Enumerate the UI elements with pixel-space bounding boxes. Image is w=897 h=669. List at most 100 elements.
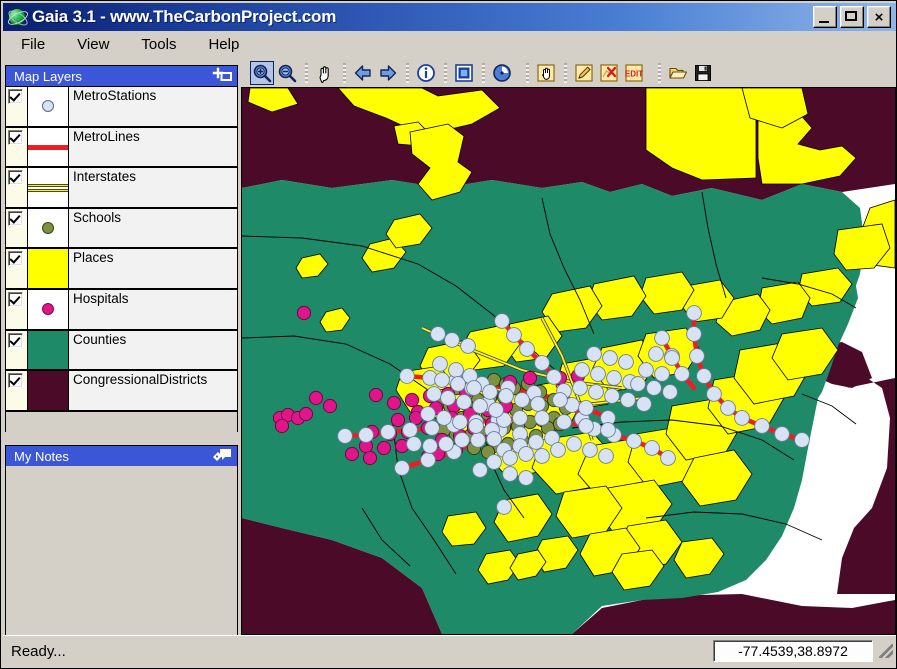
toolbar-separator xyxy=(343,63,346,83)
hospital-point xyxy=(308,390,324,406)
layer-visibility-checkbox[interactable] xyxy=(8,291,23,307)
hospital-point xyxy=(390,412,406,428)
layer-visibility-checkbox[interactable] xyxy=(8,373,23,389)
map-layers-header: Map Layers xyxy=(6,66,237,86)
layer-row-counties[interactable]: Counties xyxy=(6,330,237,372)
metro-station-point xyxy=(486,454,502,470)
close-button[interactable]: × xyxy=(867,6,891,28)
previous-extent-button[interactable] xyxy=(351,61,375,85)
window-controls: × xyxy=(813,6,896,28)
layer-name-label: CongressionalDistricts xyxy=(69,371,237,410)
zoom-in-icon xyxy=(253,64,272,83)
my-notes-content[interactable] xyxy=(6,466,237,635)
pan-button[interactable] xyxy=(313,61,337,85)
hospital-point xyxy=(362,450,378,466)
menu-view[interactable]: View xyxy=(77,34,125,55)
layer-row-hospitals[interactable]: Hospitals xyxy=(6,289,237,331)
metro-station-point xyxy=(620,392,636,408)
map-canvas[interactable] xyxy=(241,87,896,635)
next-extent-button[interactable] xyxy=(376,61,400,85)
arrow-left-icon xyxy=(354,65,371,81)
layer-visibility-checkbox[interactable] xyxy=(8,170,23,186)
layer-symbol-point-icon xyxy=(28,87,69,126)
note-tag-icon[interactable] xyxy=(211,447,233,466)
status-bar: Ready... -77.4539,38.8972 xyxy=(3,635,896,666)
metro-station-point xyxy=(470,432,486,448)
metro-station-point xyxy=(420,452,436,468)
info-icon xyxy=(417,64,435,82)
zoom-out-button[interactable] xyxy=(275,61,299,85)
resize-grip-icon[interactable] xyxy=(879,644,893,658)
edit-feature-button[interactable] xyxy=(572,61,596,85)
hospital-point xyxy=(322,398,338,414)
status-message: Ready... xyxy=(11,642,66,660)
metro-station-point xyxy=(644,440,660,456)
select-features-button[interactable] xyxy=(534,61,558,85)
layer-symbol-dblline-icon xyxy=(28,168,69,207)
metro-station-point xyxy=(638,362,654,378)
my-notes-header: My Notes xyxy=(6,446,237,466)
menu-file[interactable]: File xyxy=(21,34,61,55)
metro-station-point xyxy=(406,436,422,452)
arrow-right-icon xyxy=(380,65,397,81)
metro-station-point xyxy=(686,305,702,321)
metro-station-point xyxy=(514,392,530,408)
metro-station-point xyxy=(534,355,550,371)
layer-visibility-checkbox[interactable] xyxy=(8,332,23,348)
zoom-in-button[interactable] xyxy=(250,61,274,85)
edit-mode-icon: EDIT xyxy=(625,64,643,82)
layer-visibility-checkbox[interactable] xyxy=(8,251,23,267)
metro-station-point xyxy=(438,436,454,452)
save-button[interactable] xyxy=(691,61,715,85)
metro-station-point xyxy=(450,376,466,392)
refresh-button[interactable] xyxy=(490,61,514,85)
metro-station-point xyxy=(686,326,702,342)
pencil-edit-icon xyxy=(575,64,593,82)
metro-station-point xyxy=(518,446,534,462)
full-extent-icon xyxy=(455,64,473,82)
minimize-button[interactable] xyxy=(813,6,837,28)
layer-visibility-checkbox[interactable] xyxy=(8,89,23,104)
metro-station-point xyxy=(598,448,614,464)
metro-station-point xyxy=(578,400,594,416)
identify-button[interactable] xyxy=(414,61,438,85)
metro-station-point xyxy=(402,422,418,438)
metro-station-point xyxy=(444,332,460,348)
delete-feature-button[interactable] xyxy=(597,61,621,85)
toolbar-separator xyxy=(658,63,661,83)
map-layers-title: Map Layers xyxy=(14,68,82,84)
edit-mode-button[interactable]: EDIT xyxy=(622,61,646,85)
maximize-button[interactable] xyxy=(840,6,864,28)
layer-list[interactable]: MetroStations MetroLines Interstates School… xyxy=(6,86,237,412)
menu-tools[interactable]: Tools xyxy=(141,34,192,55)
layer-visibility-checkbox[interactable] xyxy=(8,210,23,226)
metro-station-point xyxy=(654,330,670,346)
metro-station-point xyxy=(486,431,502,447)
metro-station-point xyxy=(574,362,590,378)
add-layer-icon[interactable] xyxy=(211,67,233,86)
layer-row-metrostations[interactable]: MetroStations xyxy=(6,87,237,128)
layer-symbol-line-icon xyxy=(28,127,69,167)
metro-station-point xyxy=(664,350,680,366)
metro-station-point xyxy=(734,410,750,426)
layer-name-label: Interstates xyxy=(69,168,237,207)
metro-station-point xyxy=(586,346,602,362)
layer-row-congressionaldistricts[interactable]: CongressionalDistricts xyxy=(6,371,237,412)
metro-station-point xyxy=(488,402,504,418)
pan-hand-icon xyxy=(319,66,329,83)
metro-station-point xyxy=(472,398,488,414)
layer-visibility-cell xyxy=(6,127,28,167)
metro-station-point xyxy=(706,386,722,402)
layer-visibility-checkbox[interactable] xyxy=(8,129,23,145)
layer-row-metrolines[interactable]: MetroLines xyxy=(6,127,237,169)
layer-row-places[interactable]: Places xyxy=(6,249,237,290)
menu-help[interactable]: Help xyxy=(208,34,255,55)
layer-row-interstates[interactable]: Interstates xyxy=(6,168,237,209)
layer-visibility-cell xyxy=(6,249,28,288)
metro-station-point xyxy=(648,346,664,362)
metro-station-point xyxy=(432,356,448,372)
open-button[interactable] xyxy=(666,61,690,85)
metro-station-point xyxy=(394,460,410,476)
full-extent-button[interactable] xyxy=(452,61,476,85)
layer-row-schools[interactable]: Schools xyxy=(6,208,237,250)
